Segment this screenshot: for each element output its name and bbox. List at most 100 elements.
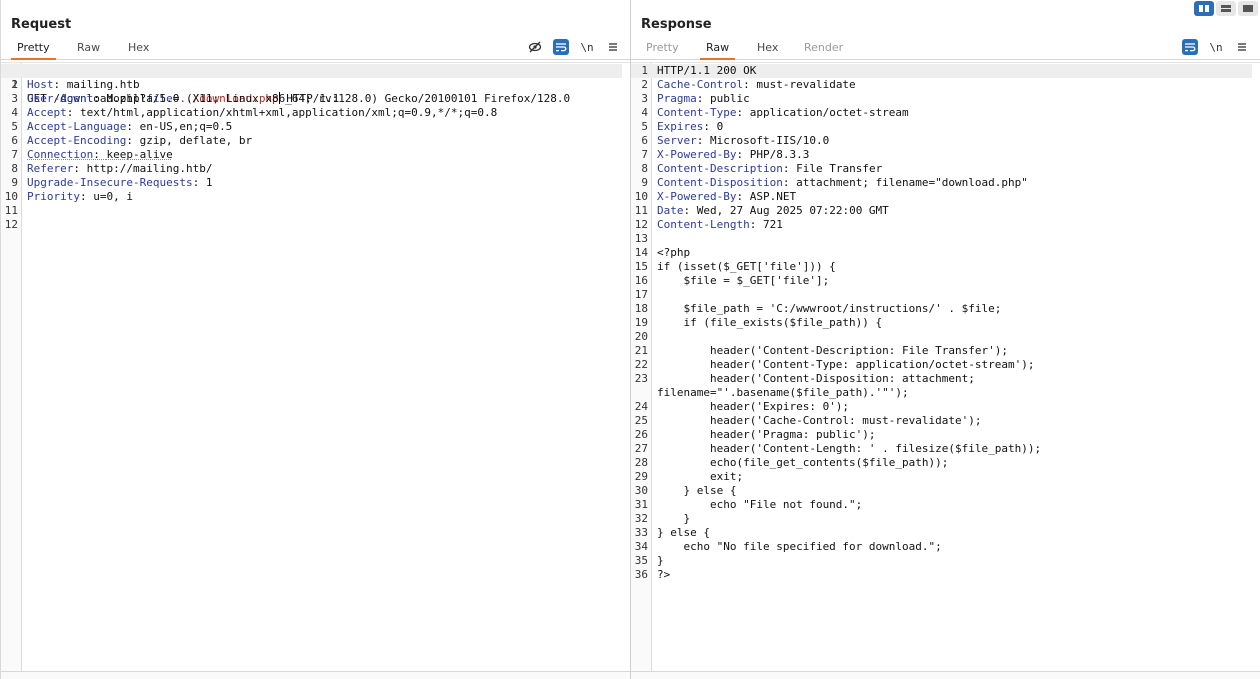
response-body-line[interactable]: 32 } [631,512,1252,526]
header-key: Pragma [657,92,697,105]
split-horizontal-icon[interactable] [1194,1,1214,16]
response-header-line[interactable]: 6 Server: Microsoft-IIS/10.0 [631,134,1252,148]
response-body-line[interactable]: 26 header('Pragma: public'); [631,428,1252,442]
request-editor[interactable]: 1 GET /download.php?file=../download.php… [1,62,630,671]
response-body-line[interactable]: 36 ?> [631,568,1252,582]
response-body-line[interactable]: 22 header('Content-Type: application/oct… [631,358,1252,372]
header-key: Content-Disposition [657,176,783,189]
request-header-line[interactable]: 8 Referer: http://mailing.htb/ [1,162,622,176]
menu-icon[interactable] [605,39,621,55]
request-header-line[interactable]: 10 Priority: u=0, i [1,190,622,204]
header-key: Expires [657,120,704,133]
header-key: X-Powered-By [657,148,737,161]
request-tab-hex[interactable]: Hex [122,41,155,60]
request-line[interactable]: 1 GET /download.php?file=../download.php… [1,64,622,105]
newline-icon[interactable]: \n [1208,39,1224,55]
request-title: Request [11,17,72,32]
response-header-line[interactable]: 2 Cache-Control: must-revalidate [631,78,1252,92]
header-value: 0 [716,120,724,133]
request-empty-line[interactable]: 12 [1,218,622,232]
response-editor[interactable]: 1 HTTP/1.1 200 OK 2 Cache-Control: must-re… [631,62,1260,671]
response-body-line[interactable]: filename="'.basename($file_path).'"'); [631,386,1252,400]
response-header-line[interactable]: 4 Content-Type: application/octet-stream [631,106,1252,120]
response-header-line[interactable]: 11 Date: Wed, 27 Aug 2025 07:22:00 GMT [631,204,1252,218]
word-wrap-icon[interactable] [553,39,569,55]
response-body-line[interactable]: 28 echo(file_get_contents($file_path)); [631,456,1252,470]
header-key: Referer [27,162,74,175]
request-empty-line[interactable]: 11 [1,204,622,218]
response-body-line[interactable]: 19 if (file_exists($file_path)) { [631,316,1252,330]
header-value: PHP/8.3.3 [749,148,810,161]
response-body-line[interactable]: 29 exit; [631,470,1252,484]
header-key: Server [657,134,697,147]
request-header-line[interactable]: 3 User-Agent: Mozilla/5.0 (X11; Linux x86… [1,92,622,106]
header-value: http://mailing.htb/ [86,162,213,175]
header-key: Accept [27,106,67,119]
request-header-line[interactable]: 7 Connection: keep-alive [1,148,622,162]
response-body-line[interactable]: 33} else { [631,526,1252,540]
word-wrap-icon[interactable] [1182,39,1198,55]
header-value: application/octet-stream [749,106,909,119]
response-body-line[interactable]: 24 header('Expires: 0'); [631,400,1252,414]
response-header-line[interactable]: 3 Pragma: public [631,92,1252,106]
header-value: File Transfer [796,162,883,175]
header-key: X-Powered-By [657,190,737,203]
response-tab-raw[interactable]: Raw [700,41,736,60]
response-header-line[interactable]: 5 Expires: 0 [631,120,1252,134]
request-header-line[interactable]: 6 Accept-Encoding: gzip, deflate, br [1,134,622,148]
header-key: Date [657,204,684,217]
response-body-line[interactable]: 34 echo "No file specified for download.… [631,540,1252,554]
header-value: attachment; filename="download.php" [796,176,1028,189]
request-tab-raw[interactable]: Raw [71,41,106,60]
response-header-line[interactable]: 9 Content-Disposition: attachment; filena… [631,176,1252,190]
request-header-line[interactable]: 2 Host: mailing.htb [1,78,622,92]
response-tab-pretty[interactable]: Pretty [640,41,685,60]
request-header-line[interactable]: 9 Upgrade-Insecure-Requests: 1 [1,176,622,190]
header-value: en-US,en;q=0.5 [139,120,233,133]
response-header-line[interactable]: 8 Content-Description: File Transfer [631,162,1252,176]
eye-off-icon[interactable] [527,39,543,55]
split-vertical-icon[interactable] [1216,1,1236,16]
response-body-line[interactable]: 15 if (isset($_GET['file'])) { [631,260,1252,274]
response-body-line[interactable]: 14 <?php [631,246,1252,260]
header-value: Wed, 27 Aug 2025 07:22:00 GMT [696,204,889,217]
request-horizontal-scrollbar[interactable] [1,671,630,679]
response-tabs: Pretty Raw Hex Render [631,39,1260,60]
response-horizontal-scrollbar[interactable] [631,671,1260,679]
response-header-line[interactable]: 7 X-Powered-By: PHP/8.3.3 [631,148,1252,162]
single-pane-icon[interactable] [1238,1,1258,16]
header-key: Content-Length [657,218,750,231]
response-body-line[interactable]: 23 header('Content-Disposition: attachme… [631,372,1252,386]
request-tab-pretty[interactable]: Pretty [11,41,56,60]
header-value: Mozilla/5.0 (X11; Linux x86_64; rv:128.0… [106,92,571,105]
header-key: Accept-Language [27,120,127,133]
header-key: Priority [27,190,80,203]
response-body-line[interactable]: 18 $file_path = 'C:/wwwroot/instructions… [631,302,1252,316]
response-header-line[interactable]: 10 X-Powered-By: ASP.NET [631,190,1252,204]
response-body-line[interactable]: 21 header('Content-Description: File Tra… [631,344,1252,358]
response-body-line[interactable]: 13 [631,232,1252,246]
header-value: u=0, i [93,190,133,203]
response-tab-hex[interactable]: Hex [751,41,784,60]
response-title: Response [641,17,712,32]
response-body-line[interactable]: 17 [631,288,1252,302]
response-body-line[interactable]: 35} [631,554,1252,568]
response-body-line[interactable]: 27 header('Content-Length: ' . filesize(… [631,442,1252,456]
header-key: Content-Description [657,162,783,175]
response-tab-render[interactable]: Render [798,41,849,60]
newline-icon[interactable]: \n [579,39,595,55]
response-body-line[interactable]: 30 } else { [631,484,1252,498]
header-key: Connection [27,148,94,161]
response-status-line[interactable]: 1 HTTP/1.1 200 OK [631,64,1252,78]
response-header-line[interactable]: 12 Content-Length: 721 [631,218,1252,232]
header-value: must-revalidate [756,78,856,91]
request-header-line[interactable]: 4 Accept: text/html,application/xhtml+xml… [1,106,622,120]
request-header-line[interactable]: 5 Accept-Language: en-US,en;q=0.5 [1,120,622,134]
response-body-line[interactable]: 25 header('Cache-Control: must-revalidat… [631,414,1252,428]
response-body-line[interactable]: 31 echo "File not found."; [631,498,1252,512]
menu-icon[interactable] [1234,39,1250,55]
response-body-line[interactable]: 20 [631,330,1252,344]
header-key: Host [27,78,54,91]
response-body-line[interactable]: 16 $file = $_GET['file']; [631,274,1252,288]
header-key: Upgrade-Insecure-Requests [27,176,193,189]
